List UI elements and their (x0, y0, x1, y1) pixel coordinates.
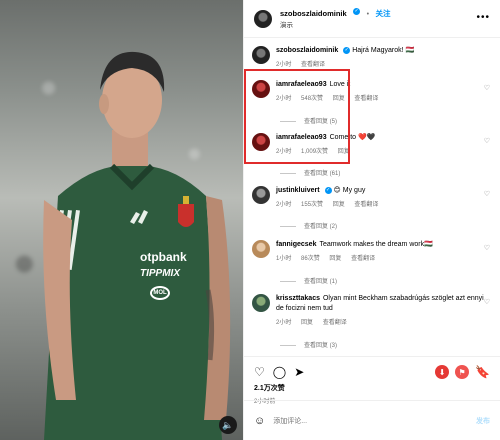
like-heart-icon[interactable]: ♡ (484, 190, 490, 198)
commenter-avatar[interactable] (252, 186, 270, 204)
download-icon[interactable]: ⬇ (435, 365, 450, 379)
comment-time: 2小时 (276, 320, 292, 326)
verified-badge-icon: ✓ (343, 46, 351, 54)
like-heart-icon[interactable]: ♡ (484, 137, 490, 145)
view-replies-link[interactable]: 查看回复 (61) (280, 168, 340, 177)
instagram-post-view: otpbank TIPPMIX MOL 🔈 szoboszlaidominik … (0, 0, 500, 440)
see-translation-link[interactable]: 查看翻译 (351, 256, 375, 262)
comment-item: krisszttakacs Olyan mint Beckham szabadrú… (252, 294, 490, 326)
comment-item: fannigecsek Teamwork makes the dream work… (252, 240, 490, 262)
follow-button[interactable]: 关注 (376, 9, 391, 18)
post-button[interactable]: 发布 (476, 416, 490, 426)
see-translation-link[interactable]: 查看翻译 (354, 96, 378, 102)
speaker-icon[interactable]: 🔈 (219, 416, 237, 434)
more-options-icon[interactable]: ••• (476, 12, 490, 23)
comment-likes[interactable]: 155次赞 (301, 202, 323, 208)
view-replies-link[interactable]: 查看回复 (3) (280, 340, 337, 349)
reply-button[interactable]: 回复 (329, 256, 341, 262)
share-paper-plane-icon[interactable]: ➤ (294, 366, 304, 378)
comment-time: 1小时 (276, 256, 292, 262)
action-bar: ♡ ◯ ➤ ⬇ ⚑ 🔖 2.1万次赞 2小时前 (244, 356, 500, 405)
caption-text: Hajrá Magyarok! 🇭🇺 (352, 47, 415, 54)
verified-badge-icon: ✓ (353, 8, 361, 16)
bookmark-icon[interactable]: 🔖 (475, 366, 490, 378)
see-translation-link[interactable]: 查看翻译 (354, 202, 378, 208)
view-replies-link[interactable]: 查看回复 (1) (280, 276, 337, 285)
verified-badge-icon: ✓ (324, 186, 332, 194)
like-heart-icon[interactable]: ♡ (484, 298, 490, 306)
sponsor-tippmix: TIPPMIX (140, 268, 181, 279)
comment-likes[interactable]: 86次赞 (301, 256, 320, 262)
comment-composer: ☺ 添加评论... 发布 (244, 400, 500, 440)
comment-time: 2小时 (276, 202, 292, 208)
caption-time: 2小时 (276, 62, 292, 68)
comment-item: justinkluivert ✓ 😊 My guy 2小时 155次赞 回复 查看… (252, 186, 490, 208)
see-translation-link[interactable]: 查看翻译 (323, 320, 347, 326)
comment-bubble-icon[interactable]: ◯ (273, 366, 286, 378)
comments-panel: szoboszlaidominik ✓ • 关注 演示 ••• szoboszl… (243, 0, 500, 440)
author-username[interactable]: szoboszlaidominik (280, 9, 347, 18)
like-count[interactable]: 2.1万次赞 (254, 383, 490, 393)
view-replies-link[interactable]: 查看回复 (2) (280, 221, 337, 230)
comment-input[interactable]: 添加评论... (273, 416, 307, 426)
caption: szoboszlaidominik ✓ Hajrá Magyarok! 🇭🇺 2小… (252, 46, 490, 68)
author-avatar[interactable] (254, 9, 272, 28)
like-heart-icon[interactable]: ♡ (484, 84, 490, 92)
post-header: szoboszlaidominik ✓ • 关注 演示 ••• (244, 0, 500, 38)
comment-text: 😊 My guy (333, 187, 366, 194)
sponsor-mol: MOL (150, 286, 170, 300)
player-illustration (43, 51, 231, 440)
reply-button[interactable]: 回复 (333, 202, 345, 208)
emoji-icon[interactable]: ☺ (254, 415, 265, 427)
like-heart-icon[interactable]: ♡ (254, 366, 265, 378)
caption-username[interactable]: szoboszlaidominik (276, 47, 338, 54)
separator-dot: • (366, 11, 370, 18)
highlight-box (244, 69, 350, 164)
post-photo[interactable]: otpbank TIPPMIX MOL 🔈 (0, 0, 243, 440)
post-location[interactable]: 演示 (280, 20, 391, 31)
author-avatar[interactable] (252, 46, 270, 64)
commenter-avatar[interactable] (252, 294, 270, 312)
sponsor-otpbank: otpbank (140, 250, 187, 264)
flag-icon[interactable]: ⚑ (455, 365, 470, 379)
like-heart-icon[interactable]: ♡ (484, 244, 490, 252)
see-translation-link[interactable]: 查看翻译 (301, 62, 325, 68)
comment-username[interactable]: fannigecsek (276, 241, 316, 248)
commenter-avatar[interactable] (252, 240, 270, 258)
reply-button[interactable]: 回复 (301, 320, 313, 326)
comment-username[interactable]: krisszttakacs (276, 295, 320, 302)
comment-text: Teamwork makes the dream work🇭🇺 (319, 241, 433, 248)
comment-username[interactable]: justinkluivert (276, 187, 320, 194)
